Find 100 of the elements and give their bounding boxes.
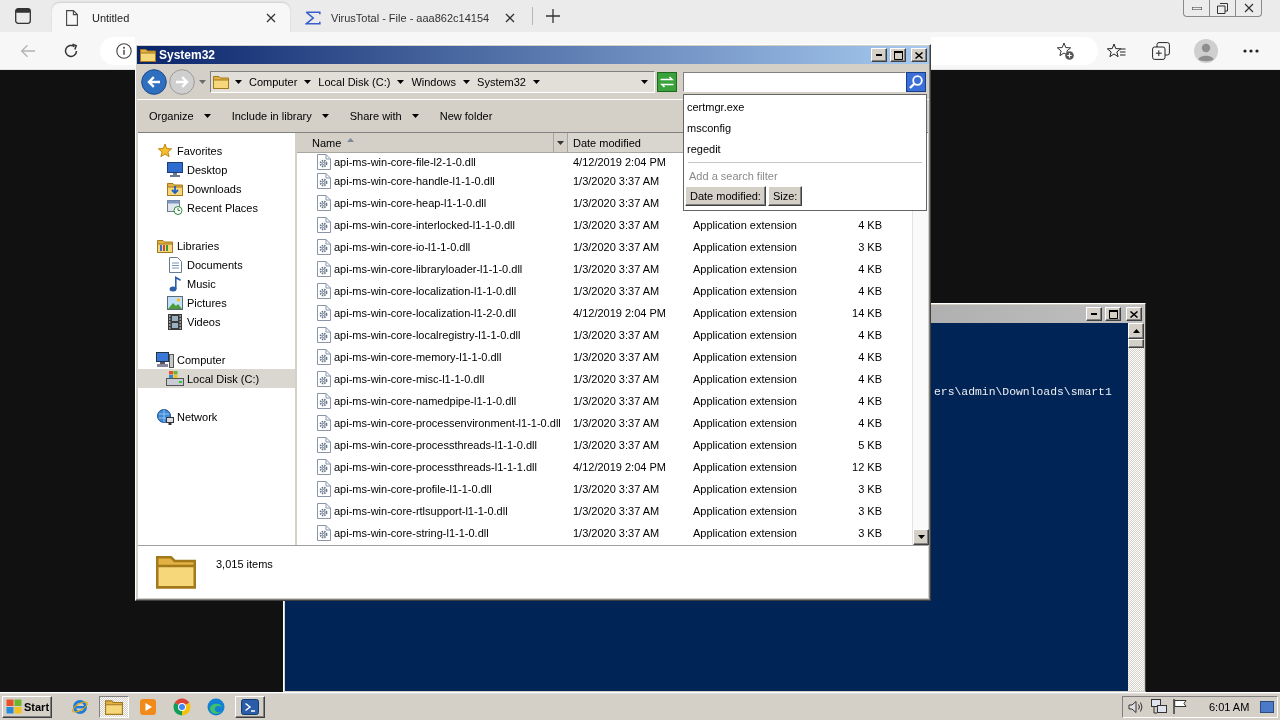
date-cell-text: 1/3/2020 3:37 AM xyxy=(572,351,661,363)
menu-button[interactable]: Organize xyxy=(141,104,219,128)
scrollbar-thumb[interactable] xyxy=(1128,339,1144,348)
caret-icon xyxy=(198,79,206,84)
date-cell-text: 1/3/2020 3:37 AM xyxy=(572,263,661,275)
network-icon xyxy=(156,408,174,425)
window-title: System32 xyxy=(159,48,216,62)
sigma-icon xyxy=(305,10,321,25)
show-desktop-button[interactable] xyxy=(1260,700,1274,713)
star-list-icon xyxy=(1106,43,1126,58)
type-cell-text: Application extension xyxy=(692,351,798,363)
breadcrumb-item[interactable]: Local Disk (C:) xyxy=(317,72,392,91)
caret-icon[interactable] xyxy=(463,79,471,84)
scroll-up-button[interactable] xyxy=(1128,323,1144,339)
nav-item[interactable]: Documents xyxy=(138,255,295,274)
dll-file-icon xyxy=(317,415,331,431)
network-icon[interactable] xyxy=(1151,699,1167,714)
file-name: api-ms-win-core-processenvironment-l1-1-0.dll xyxy=(334,417,561,429)
type-cell-text: Application extension xyxy=(692,329,798,341)
speaker-icon[interactable] xyxy=(1128,699,1144,714)
nav-item[interactable]: Favorites xyxy=(138,141,295,160)
size-cell-text: 4 KB xyxy=(857,351,883,363)
restore-button[interactable] xyxy=(1209,0,1236,17)
toolbar-button[interactable]: New folder xyxy=(431,104,501,128)
folder-icon xyxy=(105,698,123,715)
dll-file-icon xyxy=(317,327,331,343)
file-name: api-ms-win-core-rtlsupport-l1-1-0.dll xyxy=(334,505,508,517)
file-name: api-ms-win-core-localization-l1-1-0.dll xyxy=(334,285,517,297)
file-name: api-ms-win-core-localization-l1-2-0.dll xyxy=(334,307,517,319)
sort-up-icon xyxy=(347,138,355,142)
size-cell-text: 4 KB xyxy=(857,263,883,275)
nav-item[interactable]: Downloads xyxy=(138,179,295,198)
star-plus-icon[interactable] xyxy=(1056,41,1074,60)
address-field[interactable] xyxy=(100,36,135,65)
caret-icon[interactable] xyxy=(304,79,312,84)
date-cell-text: 4/12/2019 2:04 PM xyxy=(572,155,667,168)
filter-hint: Add a search filter xyxy=(688,169,779,183)
nav-item[interactable]: Desktop xyxy=(138,160,295,179)
date-cell-text: 4/12/2019 2:04 PM xyxy=(572,307,667,319)
breadcrumb-item[interactable]: Windows xyxy=(410,72,458,91)
search-field[interactable] xyxy=(683,71,906,92)
back-button[interactable] xyxy=(141,68,167,95)
close-icon xyxy=(1130,310,1138,318)
close-icon xyxy=(915,51,923,59)
caret-icon xyxy=(557,140,564,145)
minimize-icon xyxy=(876,54,882,56)
nav-item[interactable]: Music xyxy=(138,274,295,293)
nav-item[interactable]: Pictures xyxy=(138,293,295,312)
nav-item[interactable]: Computer xyxy=(138,350,295,369)
breadcrumb-item[interactable]: Computer xyxy=(248,72,299,91)
clock-window-icon xyxy=(167,200,183,215)
size-cell-text: 4 KB xyxy=(857,417,883,429)
caret-icon[interactable] xyxy=(641,79,648,84)
nav-item[interactable]: Recent Places xyxy=(138,198,295,217)
maximize-button[interactable] xyxy=(1105,307,1121,321)
close-button[interactable] xyxy=(1235,0,1262,17)
search-filter-button[interactable]: Size: xyxy=(767,186,803,206)
column-header[interactable]: Name xyxy=(297,133,568,152)
date-cell-text: 1/3/2020 3:37 AM xyxy=(572,197,661,209)
caret-icon[interactable] xyxy=(532,79,540,84)
suggestion-item[interactable]: certmgr.exe xyxy=(684,96,926,117)
file-name: api-ms-win-core-localregistry-l1-1-0.dll xyxy=(334,329,521,341)
search-button[interactable] xyxy=(906,71,926,92)
scroll-down-button[interactable] xyxy=(913,529,929,545)
start-button[interactable]: Start xyxy=(2,695,52,718)
star-icon xyxy=(157,143,173,158)
dll-file-icon xyxy=(317,481,331,497)
library-icon xyxy=(157,238,173,253)
file-name: api-ms-win-core-namedpipe-l1-1-0.dll xyxy=(334,395,517,407)
address-field[interactable] xyxy=(931,36,1098,65)
caret-icon[interactable] xyxy=(235,79,242,84)
nav-item[interactable]: Libraries xyxy=(138,236,295,255)
breadcrumb-item[interactable]: System32 xyxy=(476,72,527,91)
folder-icon xyxy=(140,48,156,62)
nav-item[interactable]: Videos xyxy=(138,312,295,331)
menu-button[interactable]: Include in library xyxy=(223,104,337,128)
caret-icon[interactable] xyxy=(397,79,405,84)
flag-icon[interactable] xyxy=(1173,699,1187,714)
ring-logo-icon xyxy=(173,697,191,716)
date-cell-text: 1/3/2020 3:37 AM xyxy=(572,505,661,517)
type-cell-text: Application extension xyxy=(692,241,798,253)
type-cell-text: Application extension xyxy=(692,483,798,495)
column-menu-button[interactable] xyxy=(553,133,567,152)
date-cell-text: 1/3/2020 3:37 AM xyxy=(572,373,661,385)
maximize-button[interactable] xyxy=(890,48,906,62)
nav-item[interactable]: Network xyxy=(138,407,295,426)
date-cell-text: 1/3/2020 3:37 AM xyxy=(572,439,661,451)
browser-tab[interactable]: VirusTotal - File - aaa862c14154 xyxy=(292,3,532,32)
file-name: api-ms-win-core-handle-l1-1-0.dll xyxy=(334,175,495,187)
clock[interactable]: 6:01 AM xyxy=(1209,700,1250,713)
menu-button[interactable]: Share with xyxy=(341,104,427,128)
address-bar[interactable]: Computer Local Disk (C:) Windows System32 xyxy=(210,70,655,93)
size-cell-text: 4 KB xyxy=(857,285,883,297)
browser-tab[interactable]: Untitled xyxy=(52,3,290,32)
refresh-button[interactable] xyxy=(657,71,677,92)
scrollbar[interactable] xyxy=(1128,323,1144,691)
dll-file-icon xyxy=(317,525,331,541)
date-cell-text: 1/3/2020 3:37 AM xyxy=(572,417,661,429)
nav-item[interactable]: Local Disk (C:) xyxy=(138,369,295,388)
search-filter-button[interactable]: Date modified: xyxy=(685,186,766,206)
